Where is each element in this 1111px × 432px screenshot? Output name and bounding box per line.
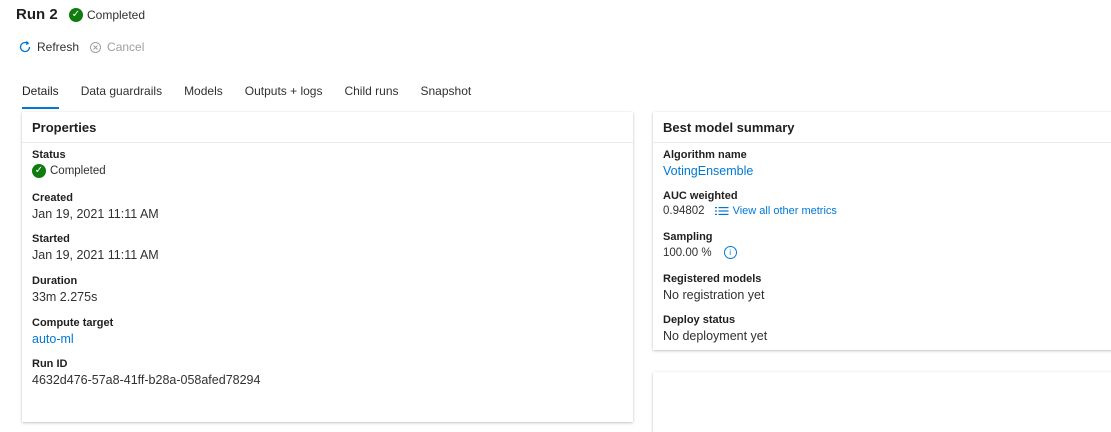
status-property: Status ✓ Completed — [32, 149, 106, 178]
secondary-card — [653, 372, 1111, 432]
registered-models-property: Registered models No registration yet — [663, 273, 764, 302]
tab-details[interactable]: Details — [22, 84, 59, 109]
sampling-property: Sampling 100.00 % i — [663, 231, 737, 259]
status-value: ✓ Completed — [32, 164, 106, 178]
created-value: Jan 19, 2021 11:11 AM — [32, 207, 159, 221]
duration-value: 33m 2.275s — [32, 290, 98, 304]
auc-property: AUC weighted 0.94802 View all other metr… — [663, 190, 837, 217]
refresh-icon — [19, 40, 31, 53]
refresh-label: Refresh — [37, 40, 80, 54]
auc-label: AUC weighted — [663, 190, 738, 202]
refresh-button[interactable]: Refresh — [18, 40, 79, 54]
cancel-button[interactable]: Cancel — [89, 40, 144, 54]
page-title: Run 2 — [16, 6, 58, 23]
tab-outputs-logs[interactable]: Outputs + logs — [245, 84, 323, 109]
sampling-label: Sampling — [663, 231, 713, 243]
tab-child-runs[interactable]: Child runs — [344, 84, 398, 109]
status-label: Status — [32, 149, 66, 161]
algorithm-link[interactable]: VotingEnsemble — [663, 164, 753, 178]
deploy-status-value: No deployment yet — [663, 329, 768, 343]
properties-title: Properties — [22, 112, 633, 143]
algorithm-label: Algorithm name — [663, 149, 747, 161]
best-model-summary-card: Best model summary Algorithm name Voting… — [653, 112, 1111, 350]
run-id-property: Run ID 4632d476-57a8-41ff-b28a-058afed78… — [32, 358, 260, 387]
algorithm-property: Algorithm name VotingEnsemble — [663, 149, 753, 178]
tab-data-guardrails[interactable]: Data guardrails — [81, 84, 162, 109]
started-label: Started — [32, 233, 70, 245]
check-circle-icon: ✓ — [32, 164, 46, 178]
tab-bar: Details Data guardrails Models Outputs +… — [22, 84, 493, 109]
registered-models-label: Registered models — [663, 273, 762, 285]
started-value: Jan 19, 2021 11:11 AM — [32, 248, 159, 262]
tab-snapshot[interactable]: Snapshot — [421, 84, 472, 109]
list-icon — [714, 207, 729, 215]
deploy-status-label: Deploy status — [663, 314, 736, 326]
status-value-text: Completed — [50, 165, 106, 177]
compute-target-property: Compute target auto-ml — [32, 317, 113, 346]
run-status: ✓ Completed — [69, 8, 145, 22]
duration-label: Duration — [32, 275, 78, 287]
best-model-title: Best model summary — [653, 112, 1111, 143]
auc-row: 0.94802 View all other metrics — [663, 205, 837, 217]
sampling-row: 100.00 % i — [663, 246, 737, 259]
view-all-metrics-link[interactable]: View all other metrics — [714, 205, 837, 217]
run-id-value: 4632d476-57a8-41ff-b28a-058afed78294 — [32, 373, 261, 387]
duration-property: Duration 33m 2.275s — [32, 275, 97, 304]
compute-target-link[interactable]: auto-ml — [32, 332, 113, 346]
view-all-metrics-label: View all other metrics — [732, 205, 837, 217]
info-icon[interactable]: i — [723, 246, 737, 259]
cancel-icon — [90, 41, 102, 53]
tab-models[interactable]: Models — [184, 84, 223, 109]
run-status-label: Completed — [87, 8, 146, 22]
auc-value: 0.94802 — [663, 205, 705, 217]
cancel-label: Cancel — [107, 40, 145, 54]
compute-target-label: Compute target — [32, 317, 114, 329]
started-property: Started Jan 19, 2021 11:11 AM — [32, 233, 159, 262]
created-label: Created — [32, 192, 73, 204]
toolbar: Refresh Cancel — [18, 40, 154, 54]
properties-card: Properties Status ✓ Completed Created Ja… — [22, 112, 633, 422]
sampling-value: 100.00 % — [663, 246, 712, 259]
registered-models-value: No registration yet — [663, 288, 765, 302]
deploy-status-property: Deploy status No deployment yet — [663, 314, 767, 343]
created-property: Created Jan 19, 2021 11:11 AM — [32, 192, 159, 221]
check-circle-icon: ✓ — [69, 8, 83, 22]
run-id-label: Run ID — [32, 358, 68, 370]
